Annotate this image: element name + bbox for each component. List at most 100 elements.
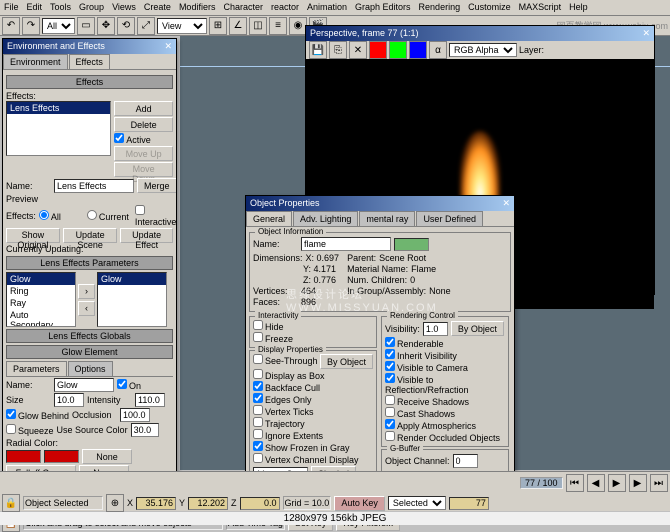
- by-object-button[interactable]: By Object: [320, 354, 373, 369]
- menu-modifiers[interactable]: Modifiers: [179, 2, 216, 13]
- glow-occlusion[interactable]: [120, 408, 150, 422]
- key-mode-select[interactable]: Selected: [388, 496, 446, 510]
- menu-help[interactable]: Help: [569, 2, 588, 13]
- lep-available[interactable]: Glow Ring Ray Auto Secondary Manual Seco…: [6, 272, 76, 327]
- squeeze-check: [6, 424, 16, 434]
- radial-swatch-1[interactable]: [6, 450, 41, 463]
- align-icon[interactable]: ≡: [269, 17, 287, 35]
- menu-character[interactable]: Character: [223, 2, 263, 13]
- section-leg[interactable]: Lens Effects Globals: [6, 329, 173, 343]
- z-coord[interactable]: 0.0: [240, 497, 280, 510]
- ref-coord[interactable]: View: [157, 18, 207, 34]
- lep-active[interactable]: Glow: [97, 272, 167, 327]
- absolute-icon[interactable]: ⊕: [106, 494, 124, 512]
- goto-start-icon[interactable]: ⏮: [566, 474, 584, 492]
- tab-advlighting[interactable]: Adv. Lighting: [293, 211, 358, 226]
- tab-options[interactable]: Options: [68, 361, 113, 376]
- close-icon[interactable]: ✕: [502, 198, 510, 209]
- prev-frame-icon[interactable]: ◀: [587, 474, 605, 492]
- update-effect-button[interactable]: Update Effect: [120, 228, 173, 243]
- alpha-icon[interactable]: α: [429, 41, 447, 59]
- green-channel-icon[interactable]: [389, 41, 407, 59]
- render-titlebar[interactable]: Perspective, frame 77 (1:1) ✕: [306, 26, 654, 41]
- x-coord[interactable]: 35.176: [136, 497, 176, 510]
- select-icon[interactable]: ▭: [77, 17, 95, 35]
- glow-name-input[interactable]: [54, 378, 114, 392]
- glow-size[interactable]: [54, 393, 84, 407]
- main-menu[interactable]: File Edit Tools Group Views Create Modif…: [0, 0, 670, 16]
- section-glow[interactable]: Glow Element: [6, 345, 173, 359]
- snap-icon[interactable]: ⊞: [209, 17, 227, 35]
- delete-button[interactable]: Delete: [114, 117, 173, 132]
- effect-name-input[interactable]: [54, 179, 134, 193]
- add-button[interactable]: Add: [114, 101, 173, 116]
- moveup-button[interactable]: Move Up: [114, 146, 173, 161]
- selection-filter[interactable]: All: [42, 18, 75, 34]
- next-frame-icon[interactable]: ▶: [629, 474, 647, 492]
- menu-file[interactable]: File: [4, 2, 19, 13]
- objchannel-input[interactable]: [453, 454, 478, 468]
- save-icon[interactable]: 💾: [309, 41, 327, 59]
- effects-list[interactable]: Lens Effects: [6, 101, 111, 156]
- menu-group[interactable]: Group: [79, 2, 104, 13]
- by-object-button-2[interactable]: By Object: [451, 321, 504, 336]
- update-scene-button[interactable]: Update Scene: [63, 228, 118, 243]
- tab-environment[interactable]: Environment: [3, 54, 68, 69]
- menu-tools[interactable]: Tools: [50, 2, 71, 13]
- red-channel-icon[interactable]: [369, 41, 387, 59]
- menu-views[interactable]: Views: [112, 2, 136, 13]
- goto-end-icon[interactable]: ⏭: [650, 474, 668, 492]
- tab-effects[interactable]: Effects: [69, 54, 110, 69]
- clone-icon[interactable]: ⎘: [329, 41, 347, 59]
- section-lep[interactable]: Lens Effects Parameters: [6, 256, 173, 270]
- obj-color-swatch[interactable]: [394, 238, 429, 251]
- menu-maxscript[interactable]: MAXScript: [519, 2, 562, 13]
- visibility-input[interactable]: [423, 322, 448, 336]
- autokey-button[interactable]: Auto Key: [334, 496, 385, 511]
- section-effects[interactable]: Effects: [6, 75, 173, 89]
- close-icon[interactable]: ✕: [164, 41, 172, 52]
- list-item[interactable]: Lens Effects: [7, 102, 110, 114]
- blue-channel-icon[interactable]: [409, 41, 427, 59]
- channel-select[interactable]: RGB Alpha: [449, 43, 517, 57]
- undo-icon[interactable]: ↶: [2, 17, 20, 35]
- movedown-button[interactable]: Move Down: [114, 162, 173, 177]
- scale-icon[interactable]: ⤢: [137, 17, 155, 35]
- active-check[interactable]: Active: [114, 133, 173, 145]
- mirror-icon[interactable]: ◫: [249, 17, 267, 35]
- redo-icon[interactable]: ↷: [22, 17, 40, 35]
- add-effect-icon[interactable]: ›: [78, 284, 95, 299]
- glow-intensity[interactable]: [135, 393, 165, 407]
- radial-swatch-2[interactable]: [44, 450, 79, 463]
- menu-reactor[interactable]: reactor: [271, 2, 299, 13]
- lock-icon[interactable]: 🔒: [2, 494, 20, 512]
- use-source-val[interactable]: [131, 423, 159, 437]
- menu-rendering[interactable]: Rendering: [419, 2, 461, 13]
- rotate-icon[interactable]: ⟲: [117, 17, 135, 35]
- close-icon[interactable]: ✕: [642, 28, 650, 39]
- panel-title-text: Environment and Effects: [7, 41, 105, 52]
- tab-general[interactable]: General: [246, 211, 292, 226]
- play-icon[interactable]: ▶: [608, 474, 626, 492]
- menu-animation[interactable]: Animation: [307, 2, 347, 13]
- y-coord[interactable]: 12.202: [188, 497, 228, 510]
- timeline-frame: 77 / 100: [520, 477, 563, 489]
- panel-titlebar[interactable]: Environment and Effects ✕: [3, 39, 176, 54]
- frame-input[interactable]: 77: [449, 497, 489, 510]
- show-original-button[interactable]: Show Original: [6, 228, 60, 243]
- move-icon[interactable]: ✥: [97, 17, 115, 35]
- menu-grapheditors[interactable]: Graph Editors: [355, 2, 411, 13]
- tab-mentalray[interactable]: mental ray: [359, 211, 415, 226]
- remove-effect-icon[interactable]: ‹: [78, 301, 95, 316]
- menu-customize[interactable]: Customize: [468, 2, 511, 13]
- menu-create[interactable]: Create: [144, 2, 171, 13]
- menu-edit[interactable]: Edit: [27, 2, 43, 13]
- props-titlebar[interactable]: Object Properties ✕: [246, 196, 514, 211]
- tab-parameters[interactable]: Parameters: [6, 361, 67, 376]
- obj-name-input[interactable]: [301, 237, 391, 251]
- angle-snap-icon[interactable]: ∠: [229, 17, 247, 35]
- merge-button[interactable]: Merge: [137, 178, 177, 193]
- tab-userdefined[interactable]: User Defined: [416, 211, 483, 226]
- radial-none[interactable]: None: [82, 449, 132, 464]
- clear-icon[interactable]: ✕: [349, 41, 367, 59]
